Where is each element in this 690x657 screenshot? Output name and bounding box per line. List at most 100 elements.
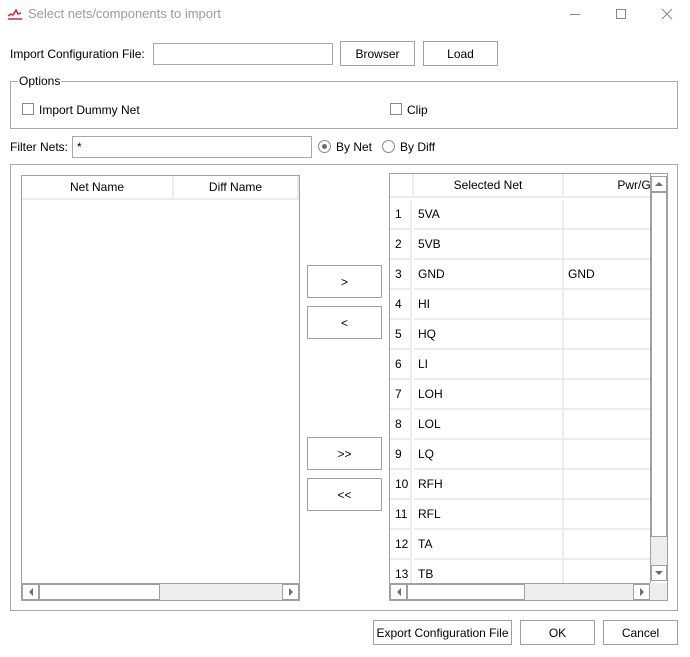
scroll-down-button[interactable] (651, 565, 667, 581)
row-number: 8 (390, 410, 412, 440)
vertical-scrollbar-thumb[interactable] (651, 192, 667, 537)
arrow-left-icon (396, 588, 401, 596)
by-net-radio[interactable] (318, 140, 331, 153)
window-title: Select nets/components to import (28, 6, 221, 21)
scrollbar-track[interactable] (651, 537, 667, 565)
pwr-gnd-cell[interactable]: GND (564, 260, 654, 290)
filter-nets-input[interactable] (72, 136, 312, 158)
selected-net-cell[interactable]: HI (414, 290, 564, 320)
minimize-icon (570, 14, 580, 15)
cancel-button[interactable]: Cancel (603, 620, 678, 645)
selected-net-cell[interactable]: 5VB (414, 230, 564, 260)
selected-net-cell[interactable]: LOH (414, 380, 564, 410)
table-row[interactable]: 3 GND GND (390, 260, 667, 290)
remove-all-button[interactable]: << (307, 478, 382, 511)
selected-net-cell[interactable]: RFL (414, 500, 564, 530)
selected-net-cell[interactable]: RFH (414, 470, 564, 500)
row-number: 5 (390, 320, 412, 350)
selected-net-cell[interactable]: LOL (414, 410, 564, 440)
add-all-button[interactable]: >> (307, 437, 382, 470)
row-number: 9 (390, 440, 412, 470)
row-number: 3 (390, 260, 412, 290)
scrollbar-corner (650, 583, 667, 600)
row-number: 2 (390, 230, 412, 260)
selected-net-cell[interactable]: 5VA (414, 200, 564, 230)
table-row[interactable]: 6 LI (390, 350, 667, 380)
pwr-gnd-cell[interactable] (564, 470, 654, 500)
minimize-button[interactable] (552, 0, 598, 28)
table-row[interactable]: 5 HQ (390, 320, 667, 350)
pwr-gnd-cell[interactable] (564, 410, 654, 440)
selected-net-cell[interactable]: LI (414, 350, 564, 380)
selected-net-cell[interactable]: GND (414, 260, 564, 290)
pwr-gnd-cell[interactable] (564, 320, 654, 350)
import-dummy-net-checkbox[interactable] (22, 103, 34, 115)
row-number: 11 (390, 500, 412, 530)
pwr-gnd-cell[interactable] (564, 500, 654, 530)
by-net-label: By Net (336, 140, 373, 154)
arrow-right-icon (288, 588, 293, 596)
row-number: 1 (390, 200, 412, 230)
pwr-gnd-cell[interactable] (564, 530, 654, 560)
scroll-left-button[interactable] (22, 584, 39, 600)
table-row[interactable]: 8 LOL (390, 410, 667, 440)
row-number: 6 (390, 350, 412, 380)
pwr-gnd-cell[interactable] (564, 290, 654, 320)
table-row[interactable]: 11 RFL (390, 500, 667, 530)
table-row[interactable]: 7 LOH (390, 380, 667, 410)
horizontal-scrollbar[interactable] (390, 583, 650, 600)
row-number: 7 (390, 380, 412, 410)
column-header-diff-name[interactable]: Diff Name (174, 176, 299, 200)
filter-nets-label: Filter Nets: (10, 140, 69, 154)
table-row[interactable]: 2 5VB (390, 230, 667, 260)
scroll-left-button[interactable] (390, 584, 407, 600)
close-button[interactable] (644, 0, 690, 28)
arrow-down-icon (655, 571, 663, 575)
import-config-label: Import Configuration File: (10, 47, 145, 61)
pwr-gnd-cell[interactable] (564, 380, 654, 410)
column-header-pwr-gnd[interactable]: Pwr/Gı (564, 174, 654, 198)
selected-nets-table[interactable]: Selected Net Pwr/Gı 1 5VA 2 5VB 3 GND GND 4 HI 5 H… (389, 173, 668, 601)
pwr-gnd-cell[interactable] (564, 440, 654, 470)
remove-selected-button[interactable]: < (307, 306, 382, 339)
add-selected-button[interactable]: > (307, 265, 382, 298)
close-icon (661, 8, 673, 20)
scroll-right-button[interactable] (633, 584, 650, 600)
horizontal-scrollbar[interactable] (22, 583, 299, 600)
scroll-right-button[interactable] (282, 584, 299, 600)
table-row[interactable]: 1 5VA (390, 200, 667, 230)
scrollbar-thumb[interactable] (407, 584, 525, 600)
export-config-button[interactable]: Export Configuration File (373, 620, 512, 645)
table-row[interactable]: 9 LQ (390, 440, 667, 470)
arrow-up-icon (655, 182, 663, 186)
row-number-header (390, 174, 414, 198)
table-row[interactable]: 12 TA (390, 530, 667, 560)
load-button[interactable]: Load (423, 41, 498, 66)
pwr-gnd-cell[interactable] (564, 200, 654, 230)
clip-label: Clip (407, 103, 428, 117)
column-header-net-name[interactable]: Net Name (22, 176, 174, 200)
selected-net-cell[interactable]: TA (414, 530, 564, 560)
by-diff-radio[interactable] (382, 140, 395, 153)
pwr-gnd-cell[interactable] (564, 230, 654, 260)
selected-net-cell[interactable]: HQ (414, 320, 564, 350)
browser-button[interactable]: Browser (340, 41, 415, 66)
selected-net-cell[interactable]: LQ (414, 440, 564, 470)
table-row[interactable]: 10 RFH (390, 470, 667, 500)
clip-checkbox[interactable] (390, 103, 402, 115)
import-config-input[interactable] (153, 43, 333, 65)
scroll-up-button[interactable] (651, 176, 667, 192)
maximize-button[interactable] (598, 0, 644, 28)
chart-icon (7, 6, 23, 22)
ok-button[interactable]: OK (520, 620, 595, 645)
radio-selected-dot (322, 144, 327, 149)
options-legend: Options (18, 74, 62, 88)
pwr-gnd-cell[interactable] (564, 350, 654, 380)
row-number: 12 (390, 530, 412, 560)
scrollbar-thumb[interactable] (39, 584, 160, 600)
import-dummy-net-label: Import Dummy Net (39, 103, 140, 117)
column-header-selected-net[interactable]: Selected Net (414, 174, 564, 198)
table-row[interactable]: 4 HI (390, 290, 667, 320)
vertical-scrollbar[interactable] (650, 174, 667, 583)
available-nets-table[interactable]: Net Name Diff Name (21, 175, 300, 601)
